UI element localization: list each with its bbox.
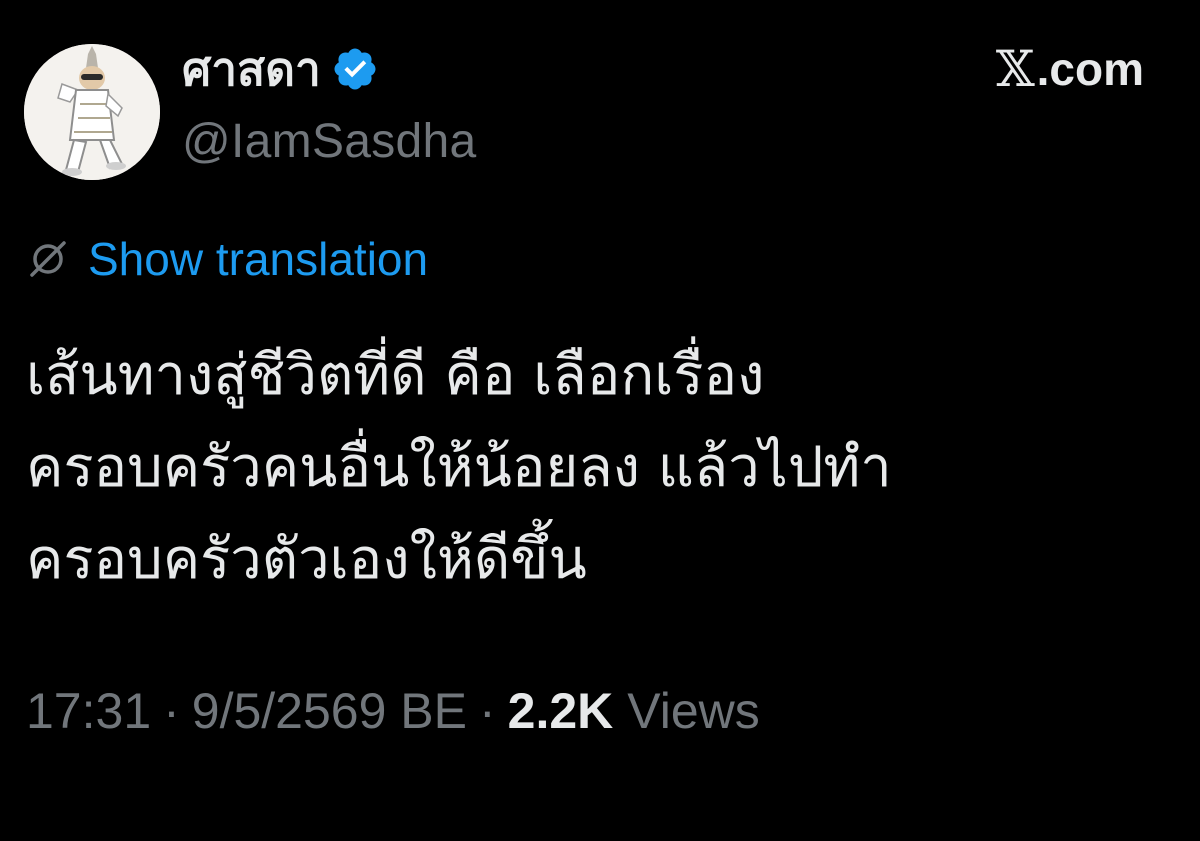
- show-translation-link[interactable]: Show translation: [88, 236, 428, 282]
- avatar[interactable]: [24, 44, 160, 180]
- site-label: .com: [1036, 43, 1144, 95]
- tweet-meta: 17:31 · 9/5/2569 BE · 2.2K Views: [26, 686, 760, 736]
- tweet-time[interactable]: 17:31: [26, 686, 151, 736]
- author-name-row: ศาสดา: [182, 38, 379, 100]
- translation-row: Show translation: [26, 236, 428, 282]
- tweet-text-line: ครอบครัวคนอื่นให้น้อยลง แล้วไปทำ: [26, 435, 892, 500]
- author-handle[interactable]: @IamSasdha: [182, 118, 477, 166]
- x-com-brand: 𝕏 .com: [996, 44, 1144, 94]
- globe-icon: [30, 241, 66, 277]
- meta-separator: ·: [479, 683, 496, 739]
- tweet-date[interactable]: 9/5/2569 BE: [192, 686, 467, 736]
- tweet-text: เส้นทางสู่ชีวิตที่ดี คือ เลือกเรื่อง ครอ…: [26, 330, 1166, 606]
- verified-badge-icon[interactable]: [331, 45, 379, 93]
- meta-separator: ·: [163, 683, 180, 739]
- author-display-name[interactable]: ศาสดา: [182, 46, 321, 92]
- tweet-text-line: เส้นทางสู่ชีวิตที่ดี คือ เลือกเรื่อง: [26, 343, 765, 408]
- avatar-figure-icon: [24, 44, 160, 180]
- tweet-text-line: ครอบครัวตัวเองให้ดีขึ้น: [26, 527, 587, 592]
- views-label: Views: [627, 683, 760, 739]
- views-count[interactable]: 2.2K: [508, 686, 614, 736]
- x-logo-icon: 𝕏: [995, 40, 1035, 98]
